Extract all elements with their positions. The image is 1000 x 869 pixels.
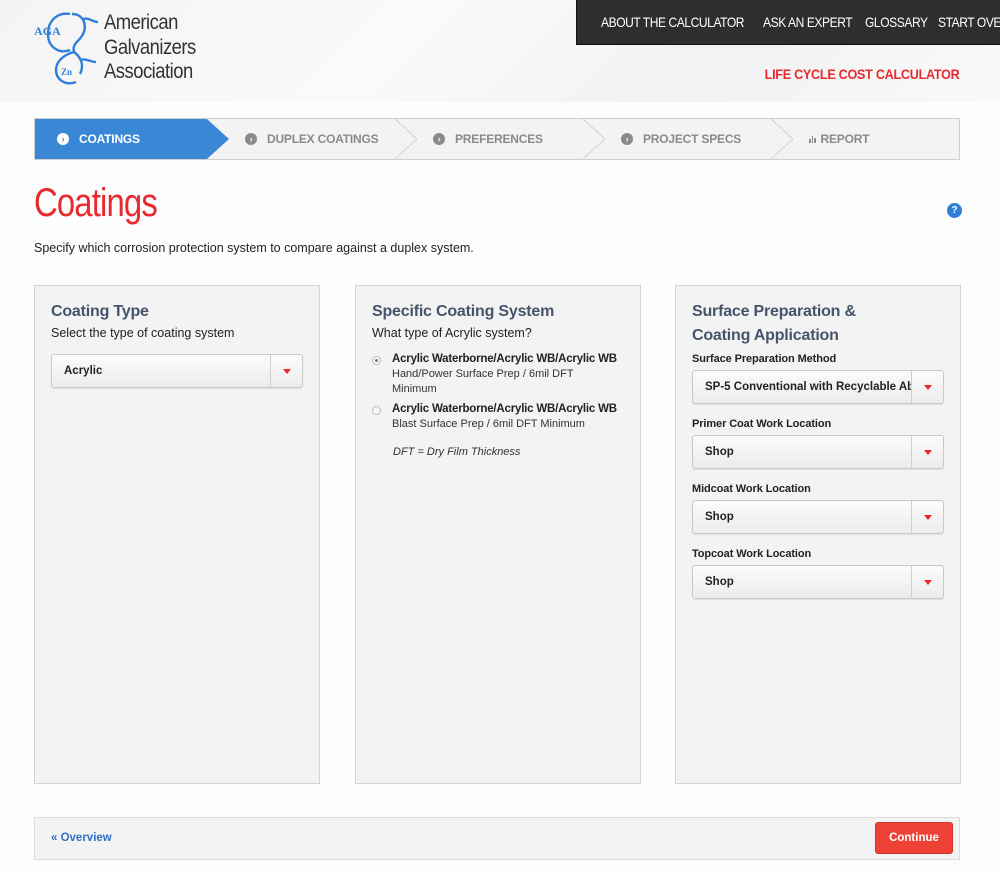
nav-start-over[interactable]: START OVER	[938, 14, 1000, 30]
step-report[interactable]: REPORT	[771, 119, 959, 159]
dropdown-toggle[interactable]	[270, 355, 302, 387]
chevron-circle-icon: ›	[433, 133, 445, 145]
primer-coat-location-select[interactable]: Shop	[692, 435, 944, 469]
field-label: Topcoat Work Location	[692, 548, 812, 560]
footer-navigation: « Overview Continue	[34, 817, 960, 860]
top-navigation: ABOUT THE CALCULATOR ASK AN EXPERT GLOSS…	[576, 0, 1000, 45]
chevron-circle-icon: ›	[57, 133, 69, 145]
page-title: Coatings	[34, 181, 158, 225]
option-title: Acrylic Waterborne/Acrylic WB/Acrylic WB	[392, 353, 617, 365]
option-description: Blast Surface Prep / 6mil DFT Minimum	[392, 418, 585, 430]
field-label: Midcoat Work Location	[692, 483, 811, 495]
chevron-circle-icon: ›	[621, 133, 633, 145]
primer-coat-location-field: Primer Coat Work Location Shop	[692, 418, 944, 469]
coating-type-select[interactable]: Acrylic	[51, 354, 303, 388]
surface-preparation-panel: Surface Preparation & Coating Applicatio…	[675, 285, 961, 784]
brand-name-line: Association	[104, 60, 193, 83]
field-label: Primer Coat Work Location	[692, 418, 832, 430]
page-subtitle: Specify which corrosion protection syste…	[34, 241, 474, 255]
topcoat-location-select[interactable]: Shop	[692, 565, 944, 599]
radio-button[interactable]	[372, 356, 381, 365]
option-description: Hand/Power Surface Prep / 6mil DFT Minim…	[392, 368, 574, 395]
dropdown-toggle[interactable]	[911, 501, 943, 533]
caret-down-icon	[923, 384, 932, 390]
caret-down-icon	[282, 368, 291, 374]
coating-system-option[interactable]: Acrylic Waterborne/Acrylic WB/Acrylic WB…	[372, 352, 624, 396]
caret-down-icon	[923, 449, 932, 455]
field-label: Surface Preparation Method	[692, 353, 837, 365]
step-project-specs[interactable]: › PROJECT SPECS	[583, 119, 793, 159]
brand-name-line: American	[104, 11, 178, 34]
brand-name: American Galvanizers Association	[104, 11, 196, 85]
panel-title-line: Coating Application	[692, 327, 839, 344]
midcoat-location-field: Midcoat Work Location Shop	[692, 483, 944, 534]
panel-title-line: Surface Preparation &	[692, 303, 856, 320]
nav-glossary[interactable]: GLOSSARY	[865, 14, 928, 30]
step-divider-icon	[395, 119, 417, 159]
step-divider-icon	[771, 119, 793, 159]
coating-system-option[interactable]: Acrylic Waterborne/Acrylic WB/Acrylic WB…	[372, 402, 624, 432]
step-label: COATINGS	[79, 132, 140, 146]
caret-down-icon	[923, 514, 932, 520]
step-duplex-coatings[interactable]: › DUPLEX COATINGS	[207, 119, 417, 159]
dft-note: DFT = Dry Film Thickness	[393, 445, 521, 458]
panel-title: Specific Coating System	[372, 303, 555, 320]
step-preferences[interactable]: › PREFERENCES	[395, 119, 605, 159]
app-title: LIFE CYCLE COST CALCULATOR	[764, 66, 959, 82]
select-value: Shop	[705, 511, 734, 523]
chevron-circle-icon: ›	[245, 133, 257, 145]
logo-badge: AGA	[34, 24, 61, 38]
dropdown-toggle[interactable]	[911, 436, 943, 468]
surface-prep-method-field: Surface Preparation Method SP-5 Conventi…	[692, 353, 944, 404]
step-label: REPORT	[820, 132, 870, 146]
brand-name-line: Galvanizers	[104, 35, 196, 59]
select-value: Acrylic	[64, 365, 103, 377]
step-coatings[interactable]: › COATINGS	[35, 119, 229, 159]
panel-hint: Select the type of coating system	[51, 326, 235, 340]
panel-hint: What type of Acrylic system?	[372, 326, 532, 340]
nav-about-calculator[interactable]: ABOUT THE CALCULATOR	[601, 14, 744, 30]
step-label: PROJECT SPECS	[643, 132, 742, 146]
select-value: Shop	[705, 576, 734, 588]
site-header: AGA Zn American Galvanizers Association …	[0, 0, 1000, 102]
panel-title: Coating Type	[51, 303, 149, 320]
nav-ask-an-expert[interactable]: ASK AN EXPERT	[763, 14, 853, 30]
caret-down-icon	[923, 579, 932, 585]
bar-chart-icon	[809, 135, 816, 143]
midcoat-location-select[interactable]: Shop	[692, 500, 944, 534]
select-value: Shop	[705, 446, 734, 458]
overview-link[interactable]: « Overview	[51, 832, 112, 844]
dropdown-toggle[interactable]	[911, 566, 943, 598]
option-title: Acrylic Waterborne/Acrylic WB/Acrylic WB	[392, 403, 617, 415]
surface-prep-method-select[interactable]: SP-5 Conventional with Recyclable Ab...	[692, 370, 944, 404]
continue-button[interactable]: Continue	[875, 822, 953, 854]
coating-type-panel: Coating Type Select the type of coating …	[34, 285, 320, 784]
step-arrow-icon	[207, 119, 229, 159]
step-progress: › COATINGS › DUPLEX COATINGS › PREFERENC…	[34, 118, 960, 160]
step-divider-icon	[583, 119, 605, 159]
step-label: DUPLEX COATINGS	[267, 132, 379, 146]
panel-title: Surface Preparation & Coating Applicatio…	[692, 300, 944, 348]
topcoat-location-field: Topcoat Work Location Shop	[692, 548, 944, 599]
step-label: PREFERENCES	[455, 132, 543, 146]
logo-element: Zn	[61, 67, 73, 77]
dropdown-toggle[interactable]	[911, 371, 943, 403]
help-icon[interactable]: ?	[947, 203, 962, 218]
select-value: SP-5 Conventional with Recyclable Ab...	[705, 381, 911, 393]
radio-button[interactable]	[372, 406, 381, 415]
specific-coating-system-panel: Specific Coating System What type of Acr…	[355, 285, 641, 784]
